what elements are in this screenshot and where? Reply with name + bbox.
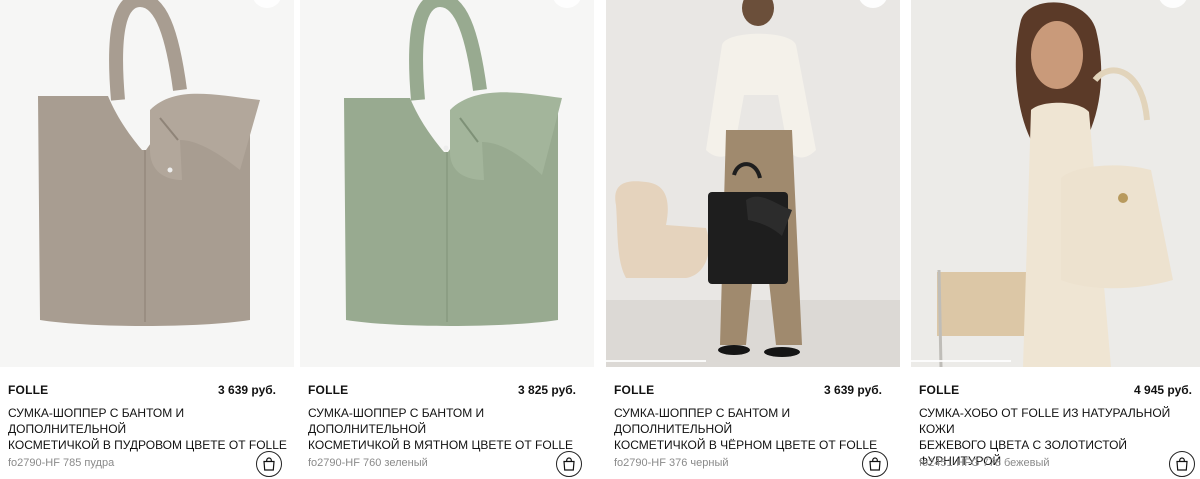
add-to-cart-button[interactable] <box>256 451 282 477</box>
product-article: fo2451-HFG 778 бежевый <box>919 457 1050 469</box>
product-article: fo2790-HF 376 черный <box>614 457 729 469</box>
product-title-line: КОСМЕТИЧКОЙ В ПУДРОВОМ ЦВЕТЕ ОТ FOLLE <box>8 438 287 452</box>
product-price: 4 945 руб. <box>1134 383 1192 397</box>
product-card[interactable]: FOLLE 3 639 руб. СУМКА-ШОППЕР С БАНТОМ И… <box>606 0 900 479</box>
product-price: 3 825 руб. <box>518 383 576 397</box>
shopping-bag-icon <box>869 457 881 471</box>
product-title[interactable]: СУМКА-ШОППЕР С БАНТОМ И ДОПОЛНИТЕЛЬНОЙ К… <box>614 405 894 453</box>
product-article: fo2790-HF 785 пудра <box>8 457 115 469</box>
product-title-line: СУМКА-ШОППЕР С БАНТОМ И ДОПОЛНИТЕЛЬНОЙ <box>614 406 791 436</box>
product-title-line: КОСМЕТИЧКОЙ В ЧЁРНОМ ЦВЕТЕ ОТ FOLLE <box>614 438 878 452</box>
product-brand[interactable]: FOLLE <box>614 383 654 397</box>
product-title[interactable]: СУМКА-ШОППЕР С БАНТОМ И ДОПОЛНИТЕЛЬНОЙ К… <box>8 405 288 453</box>
add-to-cart-button[interactable] <box>556 451 582 477</box>
product-image <box>300 0 594 367</box>
product-title[interactable]: СУМКА-ШОППЕР С БАНТОМ И ДОПОЛНИТЕЛЬНОЙ К… <box>308 405 588 453</box>
product-grid: FOLLE 3 639 руб. СУМКА-ШОППЕР С БАНТОМ И… <box>0 0 1200 479</box>
product-photo[interactable] <box>911 0 1200 367</box>
product-title-line: СУМКА-ХОБО ОТ FOLLE ИЗ НАТУРАЛЬНОЙ КОЖИ <box>919 406 1171 436</box>
product-card[interactable]: FOLLE 3 825 руб. СУМКА-ШОППЕР С БАНТОМ И… <box>300 0 594 479</box>
product-photo[interactable] <box>0 0 294 367</box>
image-slider-indicator <box>911 360 1011 362</box>
product-card[interactable]: FOLLE 4 945 руб. СУМКА-ХОБО ОТ FOLLE ИЗ … <box>911 0 1200 479</box>
image-slider-indicator <box>606 360 706 362</box>
product-price: 3 639 руб. <box>824 383 882 397</box>
product-image <box>911 0 1200 367</box>
add-to-cart-button[interactable] <box>862 451 888 477</box>
product-photo[interactable] <box>300 0 594 367</box>
product-title-line: СУМКА-ШОППЕР С БАНТОМ И ДОПОЛНИТЕЛЬНОЙ <box>308 406 485 436</box>
product-brand[interactable]: FOLLE <box>308 383 348 397</box>
product-title-line: КОСМЕТИЧКОЙ В МЯТНОМ ЦВЕТЕ ОТ FOLLE <box>308 438 574 452</box>
product-title-line: СУМКА-ШОППЕР С БАНТОМ И ДОПОЛНИТЕЛЬНОЙ <box>8 406 185 436</box>
product-card[interactable]: FOLLE 3 639 руб. СУМКА-ШОППЕР С БАНТОМ И… <box>0 0 294 479</box>
product-image <box>0 0 294 367</box>
shopping-bag-icon <box>1176 457 1188 471</box>
product-brand[interactable]: FOLLE <box>8 383 48 397</box>
shopping-bag-icon <box>263 457 275 471</box>
add-to-cart-button[interactable] <box>1169 451 1195 477</box>
product-article: fo2790-HF 760 зеленый <box>308 457 428 469</box>
product-image <box>606 0 900 367</box>
product-price: 3 639 руб. <box>218 383 276 397</box>
shopping-bag-icon <box>563 457 575 471</box>
product-brand[interactable]: FOLLE <box>919 383 959 397</box>
product-photo[interactable] <box>606 0 900 367</box>
